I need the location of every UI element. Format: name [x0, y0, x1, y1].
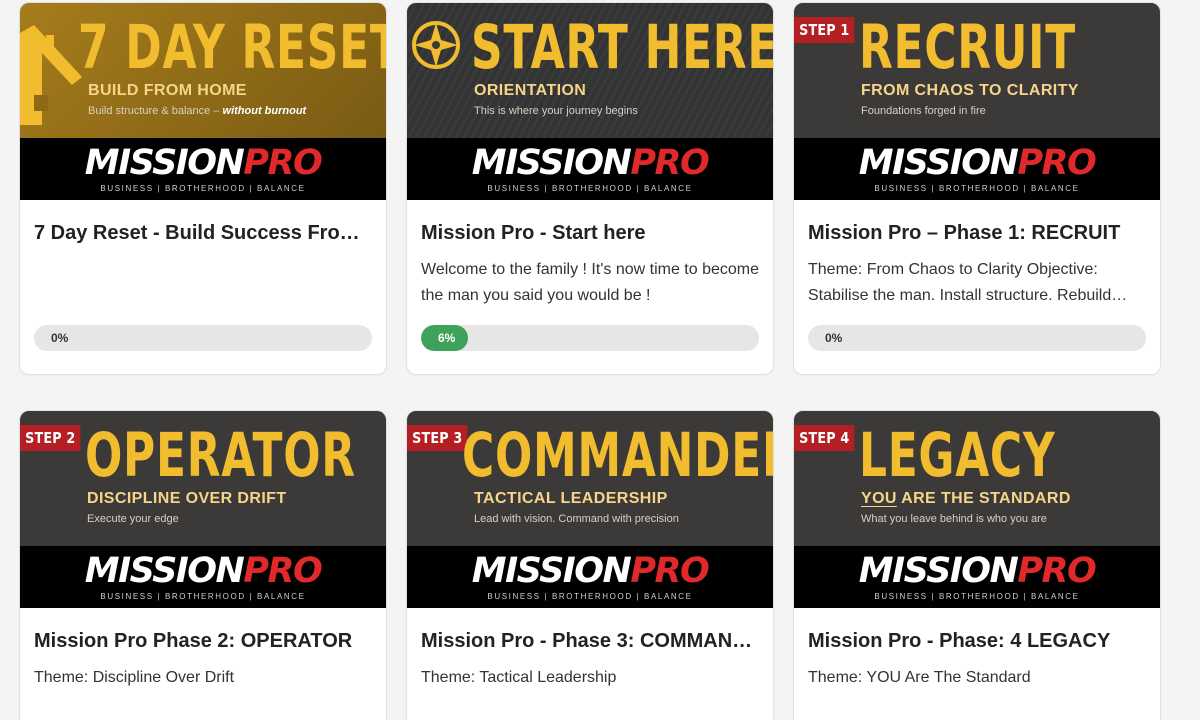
course-description: Theme: Tactical Leadership	[421, 669, 617, 686]
course-title[interactable]: Mission Pro - Start here	[421, 221, 759, 245]
progress-label: 6%	[438, 331, 456, 345]
step-badge: STEP 1	[794, 17, 855, 43]
course-banner[interactable]: 7 DAY RESET BUILD FROM HOME Build struct…	[20, 3, 386, 200]
banner-headline: OPERATOR	[85, 420, 356, 491]
mission-pro-logo: MISSIONPRO BUSINESS | BROTHERHOOD | BALA…	[471, 143, 710, 193]
course-title[interactable]: Mission Pro Phase 2: OPERATOR	[34, 629, 372, 653]
banner-subhead: ORIENTATION	[474, 82, 587, 99]
banner-tagline-emphasis: without burnout	[222, 105, 307, 117]
banner-subhead: YOU ARE THE STANDARD	[861, 490, 1071, 507]
course-card-phase-2-operator[interactable]: STEP 2 OPERATOR DISCIPLINE OVER DRIFT Ex…	[19, 410, 387, 720]
banner-tagline: This is where your journey begins	[474, 105, 638, 117]
progress-label: 0%	[825, 331, 843, 345]
banner-subhead: DISCIPLINE OVER DRIFT	[87, 490, 287, 507]
course-progress-bar: 0%	[34, 325, 372, 351]
course-banner[interactable]: STEP 3 COMMANDER TACTICAL LEADERSHIP Lea…	[407, 411, 773, 608]
course-progress-bar: 0%	[808, 325, 1146, 351]
banner-headline: COMMANDER	[462, 420, 773, 491]
mission-pro-logo: MISSIONPRO BUSINESS | BROTHERHOOD | BALA…	[471, 551, 710, 601]
course-title[interactable]: Mission Pro - Phase 3: COMMANDER	[421, 629, 759, 653]
banner-subhead: TACTICAL LEADERSHIP	[474, 490, 668, 507]
step-badge: STEP 2	[20, 425, 81, 451]
step-badge: STEP 3	[407, 425, 468, 451]
progress-label: 0%	[51, 331, 69, 345]
course-description: Theme: YOU Are The Standard	[808, 669, 1031, 686]
mission-pro-logo: MISSIONPRO BUSINESS | BROTHERHOOD | BALA…	[84, 551, 323, 601]
banner-subhead: BUILD FROM HOME	[88, 82, 247, 99]
course-title[interactable]: Mission Pro – Phase 1: RECRUIT	[808, 221, 1146, 245]
banner-headline: RECRUIT	[859, 12, 1076, 83]
house-icon	[20, 25, 82, 125]
banner-headline: 7 DAY RESET	[78, 12, 386, 83]
course-description: Welcome to the family ! It's now time to…	[421, 261, 759, 304]
course-banner[interactable]: STEP 4 LEGACY YOU ARE THE STANDARD What …	[794, 411, 1160, 608]
course-banner[interactable]: START HERE ORIENTATION This is where you…	[407, 3, 773, 200]
course-card-phase-1-recruit[interactable]: STEP 1 RECRUIT FROM CHAOS TO CLARITY Fou…	[793, 2, 1161, 375]
mission-pro-logo: MISSIONPRO BUSINESS | BROTHERHOOD | BALA…	[858, 551, 1097, 601]
banner-headline: START HERE	[471, 12, 773, 83]
course-grid: 7 DAY RESET BUILD FROM HOME Build struct…	[0, 0, 1200, 720]
course-title[interactable]: Mission Pro - Phase: 4 LEGACY	[808, 629, 1146, 653]
mission-pro-logo: MISSIONPRO BUSINESS | BROTHERHOOD | BALA…	[858, 143, 1097, 193]
step-badge: STEP 4	[794, 425, 855, 451]
banner-tagline: Execute your edge	[87, 513, 179, 525]
banner-tagline: Build structure & balance – without burn…	[88, 105, 307, 117]
course-progress-bar: 6%	[421, 325, 759, 351]
course-card-7-day-reset[interactable]: 7 DAY RESET BUILD FROM HOME Build struct…	[19, 2, 387, 375]
banner-subhead: FROM CHAOS TO CLARITY	[861, 82, 1079, 99]
mission-pro-logo: MISSIONPRO BUSINESS | BROTHERHOOD | BALA…	[84, 143, 323, 193]
course-banner[interactable]: STEP 1 RECRUIT FROM CHAOS TO CLARITY Fou…	[794, 3, 1160, 200]
course-card-start-here[interactable]: START HERE ORIENTATION This is where you…	[406, 2, 774, 375]
course-description	[34, 257, 372, 309]
banner-subhead-underlined: YOU	[861, 490, 897, 507]
course-title[interactable]: 7 Day Reset - Build Success From Home	[34, 221, 372, 245]
banner-headline: LEGACY	[859, 420, 1056, 491]
banner-tagline: Lead with vision. Command with precision	[474, 513, 679, 525]
course-description: Theme: Discipline Over Drift	[34, 669, 235, 686]
course-description: Theme: From Chaos to Clarity Objective: …	[808, 261, 1112, 304]
course-card-phase-3-commander[interactable]: STEP 3 COMMANDER TACTICAL LEADERSHIP Lea…	[406, 410, 774, 720]
course-banner[interactable]: STEP 2 OPERATOR DISCIPLINE OVER DRIFT Ex…	[20, 411, 386, 608]
banner-tagline: What you leave behind is who you are	[861, 513, 1047, 525]
banner-tagline: Foundations forged in fire	[861, 105, 986, 117]
compass-icon	[412, 21, 460, 69]
course-card-phase-4-legacy[interactable]: STEP 4 LEGACY YOU ARE THE STANDARD What …	[793, 410, 1161, 720]
